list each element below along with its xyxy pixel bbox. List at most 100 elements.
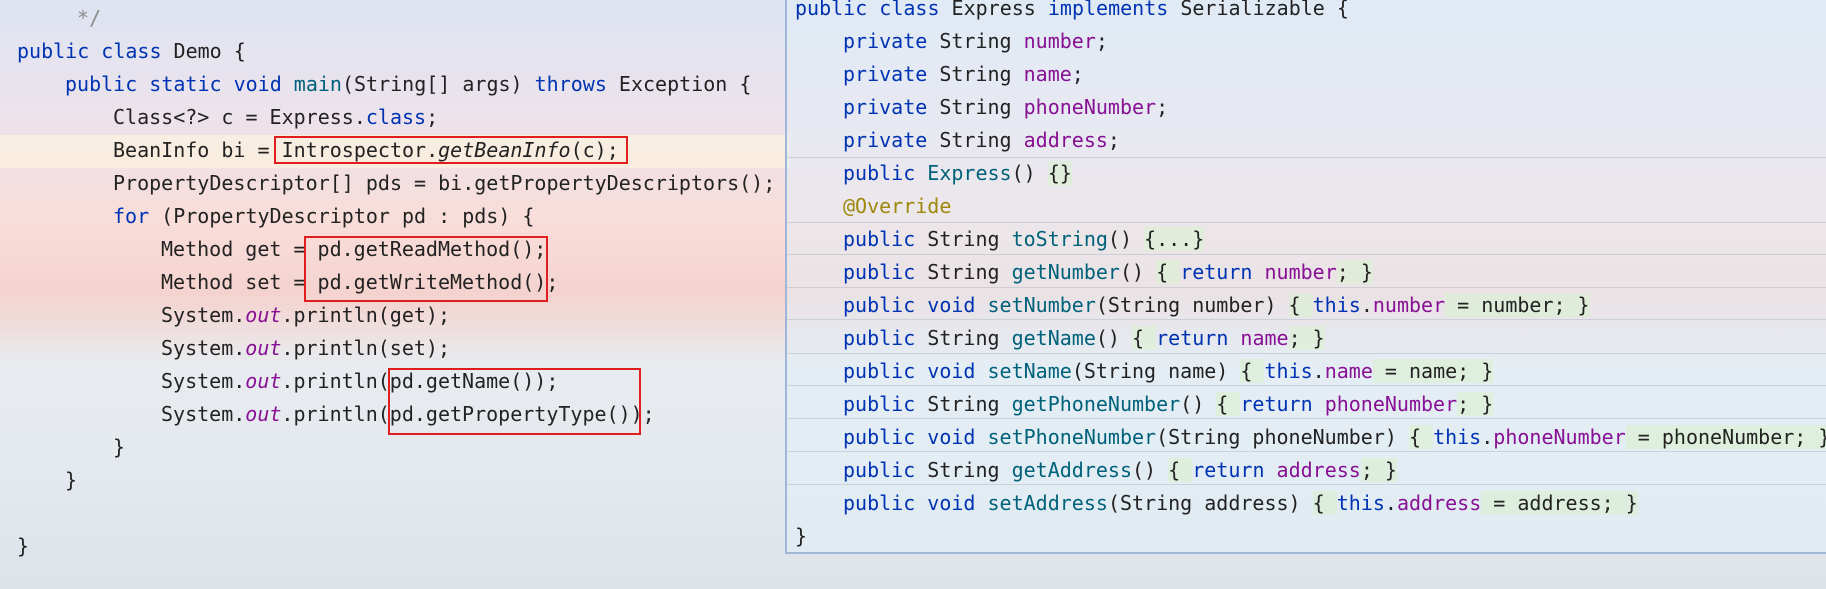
code-token: toString: [1011, 227, 1108, 251]
code-token: public: [843, 425, 928, 449]
code-token: getPhoneNumber: [1011, 392, 1181, 416]
code-token: System.: [161, 336, 246, 360]
code-token: {: [1168, 458, 1193, 482]
code-token: System.: [161, 303, 246, 327]
code-token: public: [843, 326, 928, 350]
code-token: (String[] args): [341, 72, 535, 96]
code-token: this: [1312, 293, 1361, 317]
code-token: ;: [1107, 128, 1120, 152]
code-token: setNumber: [987, 293, 1096, 317]
code-token: ;: [1071, 62, 1084, 86]
code-token: Demo {: [173, 39, 246, 63]
code-token: ; }: [1336, 260, 1373, 284]
code-token: public: [843, 161, 928, 185]
code-token: setPhoneNumber: [987, 425, 1157, 449]
highlight-box-getbeaninfo: [274, 136, 628, 164]
code-line: */: [65, 2, 101, 35]
code-token: number: [1264, 260, 1337, 284]
code-token: (String name): [1071, 359, 1241, 383]
code-line: private String phoneNumber;: [843, 91, 1168, 124]
code-token: for: [113, 204, 162, 228]
code-token: void: [927, 491, 988, 515]
code-token: phoneNumber: [1324, 392, 1458, 416]
code-line: private String number;: [843, 25, 1108, 58]
code-line: public String getNumber() { return numbe…: [843, 256, 1373, 289]
code-token: public: [843, 392, 928, 416]
code-token: Exception {: [618, 72, 752, 96]
code-token: Express: [927, 161, 1012, 185]
code-line: System.out.println(set);: [161, 332, 450, 365]
method-separator: [787, 319, 1826, 320]
code-line: }: [795, 520, 807, 553]
method-separator: [787, 157, 1826, 158]
code-token: = name; }: [1372, 359, 1494, 383]
code-editor-express[interactable]: public class Express implements Serializ…: [785, 0, 1826, 554]
code-token: (): [1132, 458, 1169, 482]
code-token: void: [927, 293, 988, 317]
code-line: public class Express implements Serializ…: [795, 0, 1349, 25]
code-token: String: [939, 29, 1024, 53]
highlight-box-read-write-methods: [304, 236, 548, 302]
code-token: class: [101, 39, 174, 63]
code-token: public: [843, 359, 928, 383]
code-token: ;: [1156, 95, 1169, 119]
code-editor-demo[interactable]: */ public class Demo { public static void …: [0, 0, 790, 589]
code-token: public static void: [65, 72, 294, 96]
code-line: public void setPhoneNumber(String phoneN…: [843, 421, 1826, 454]
code-token: (String phoneNumber): [1156, 425, 1409, 449]
code-token: return: [1156, 326, 1241, 350]
code-token: ; }: [1360, 458, 1397, 482]
code-token: System.: [161, 402, 246, 426]
code-token: {: [1288, 293, 1313, 317]
code-line: public String getAddress() { return addr…: [843, 454, 1397, 487]
code-token: void: [927, 425, 988, 449]
code-token: String: [927, 260, 1012, 284]
code-line: }: [17, 530, 29, 563]
code-token: address: [1396, 491, 1482, 515]
code-token: {: [1216, 392, 1241, 416]
method-separator: [787, 451, 1826, 452]
code-line: @Override: [843, 190, 951, 223]
code-token: String: [939, 95, 1024, 119]
code-token: return: [1240, 392, 1325, 416]
code-token: .: [1481, 425, 1494, 449]
code-token: String: [939, 62, 1024, 86]
code-token: phoneNumber: [1023, 95, 1157, 119]
highlight-box-name-type: [388, 368, 641, 435]
code-token: Express: [951, 0, 1048, 20]
code-token: BeanInfo bi =: [113, 138, 282, 162]
code-token: this: [1433, 425, 1482, 449]
code-token: address: [1023, 128, 1108, 152]
code-token: System.: [161, 369, 246, 393]
code-token: {: [1240, 359, 1265, 383]
code-token: class: [879, 0, 952, 20]
code-token: out: [245, 303, 282, 327]
code-token: ; }: [1288, 326, 1325, 350]
code-line: System.out.println(get);: [161, 299, 450, 332]
method-separator: [787, 222, 1826, 223]
code-token: return: [1180, 260, 1265, 284]
code-token: String: [927, 326, 1012, 350]
code-token: public: [843, 293, 928, 317]
code-token: ; }: [1457, 392, 1494, 416]
code-token: }: [65, 468, 78, 492]
code-token: (): [1107, 227, 1145, 251]
code-token: Serializable {: [1180, 0, 1349, 20]
code-token: ;: [426, 105, 439, 129]
code-token: = number; }: [1445, 293, 1590, 317]
code-token: class: [365, 105, 427, 129]
method-separator: [787, 353, 1826, 354]
code-token: {: [1312, 491, 1337, 515]
code-token: getNumber: [1011, 260, 1120, 284]
code-token: getAddress: [1011, 458, 1133, 482]
code-token: (String address): [1107, 491, 1313, 515]
code-line: public static void main(String[] args) t…: [65, 68, 751, 101]
code-token: out: [245, 402, 282, 426]
code-token: (): [1095, 326, 1133, 350]
code-token: throws: [534, 72, 619, 96]
code-token: public: [17, 39, 102, 63]
code-token: */: [65, 6, 102, 30]
code-line: public String getPhoneNumber() { return …: [843, 388, 1494, 421]
code-token: }: [113, 435, 126, 459]
code-token: = phoneNumber; }: [1625, 425, 1826, 449]
